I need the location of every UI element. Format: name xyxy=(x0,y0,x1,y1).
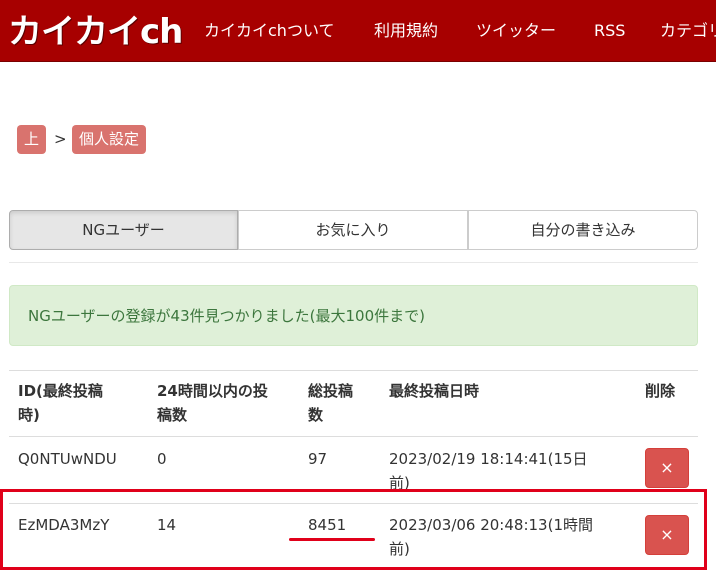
header-posts24-line2: 稿数 xyxy=(157,406,188,424)
cell-posts-24h: 14 xyxy=(157,516,177,534)
cell-total: 8451 xyxy=(308,516,347,534)
cell-last-post-line1: 2023/03/06 20:48:13(1時間 xyxy=(389,516,593,534)
nav-terms[interactable]: 利用規約 xyxy=(374,20,438,42)
nav-category[interactable]: カテゴリ xyxy=(660,20,716,42)
cell-id: Q0NTUwNDU xyxy=(18,450,117,468)
table-row-border xyxy=(9,503,698,504)
cell-last-post-line2: 前) xyxy=(389,540,410,558)
header-last-post: 最終投稿日時 xyxy=(389,382,480,400)
header-total-line2: 数 xyxy=(308,406,324,424)
cell-last-post-line2: 前) xyxy=(389,474,410,492)
table-header-border xyxy=(9,436,698,437)
nav-about[interactable]: カイカイchついて xyxy=(204,20,334,42)
settings-tabs: NGユーザー お気に入り 自分の書き込み xyxy=(9,210,698,250)
header-posts24-line1: 24時間以内の投 xyxy=(157,382,268,400)
nav-rss[interactable]: RSS xyxy=(594,20,625,42)
tab-ng-users[interactable]: NGユーザー xyxy=(9,210,238,250)
alert-message: NGユーザーの登録が43件見つかりました(最大100件まで) xyxy=(28,307,425,325)
site-logo[interactable]: カイカイch xyxy=(8,13,183,51)
cell-total: 97 xyxy=(308,450,328,468)
header-id-line1: ID(最終投稿 xyxy=(18,382,103,400)
nav-twitter[interactable]: ツイッター xyxy=(476,20,556,42)
breadcrumb-separator: > xyxy=(54,130,67,148)
cell-last-post-line1: 2023/02/19 18:14:41(15日 xyxy=(389,450,588,468)
header-delete: 削除 xyxy=(645,382,676,400)
divider xyxy=(9,262,698,263)
header-total-line1: 総投稿 xyxy=(308,382,354,400)
cell-posts-24h: 0 xyxy=(157,450,167,468)
annotation-underline xyxy=(289,538,375,541)
table-top-border xyxy=(9,370,698,371)
breadcrumb-current[interactable]: 個人設定 xyxy=(72,125,147,154)
cell-id: EzMDA3MzY xyxy=(18,516,110,534)
header-id-line2: 時) xyxy=(18,406,40,424)
close-icon: × xyxy=(660,525,674,544)
close-icon: × xyxy=(660,458,674,477)
site-header: カイカイch カイカイchついて 利用規約 ツイッター RSS カテゴリ xyxy=(0,0,716,62)
ng-count-alert: NGユーザーの登録が43件見つかりました(最大100件まで) xyxy=(9,285,698,346)
tab-favorites[interactable]: お気に入り xyxy=(238,210,468,250)
tab-my-posts[interactable]: 自分の書き込み xyxy=(468,210,698,250)
delete-button[interactable]: × xyxy=(645,515,689,555)
delete-button[interactable]: × xyxy=(645,448,689,488)
breadcrumb-home[interactable]: 上 xyxy=(17,125,47,154)
